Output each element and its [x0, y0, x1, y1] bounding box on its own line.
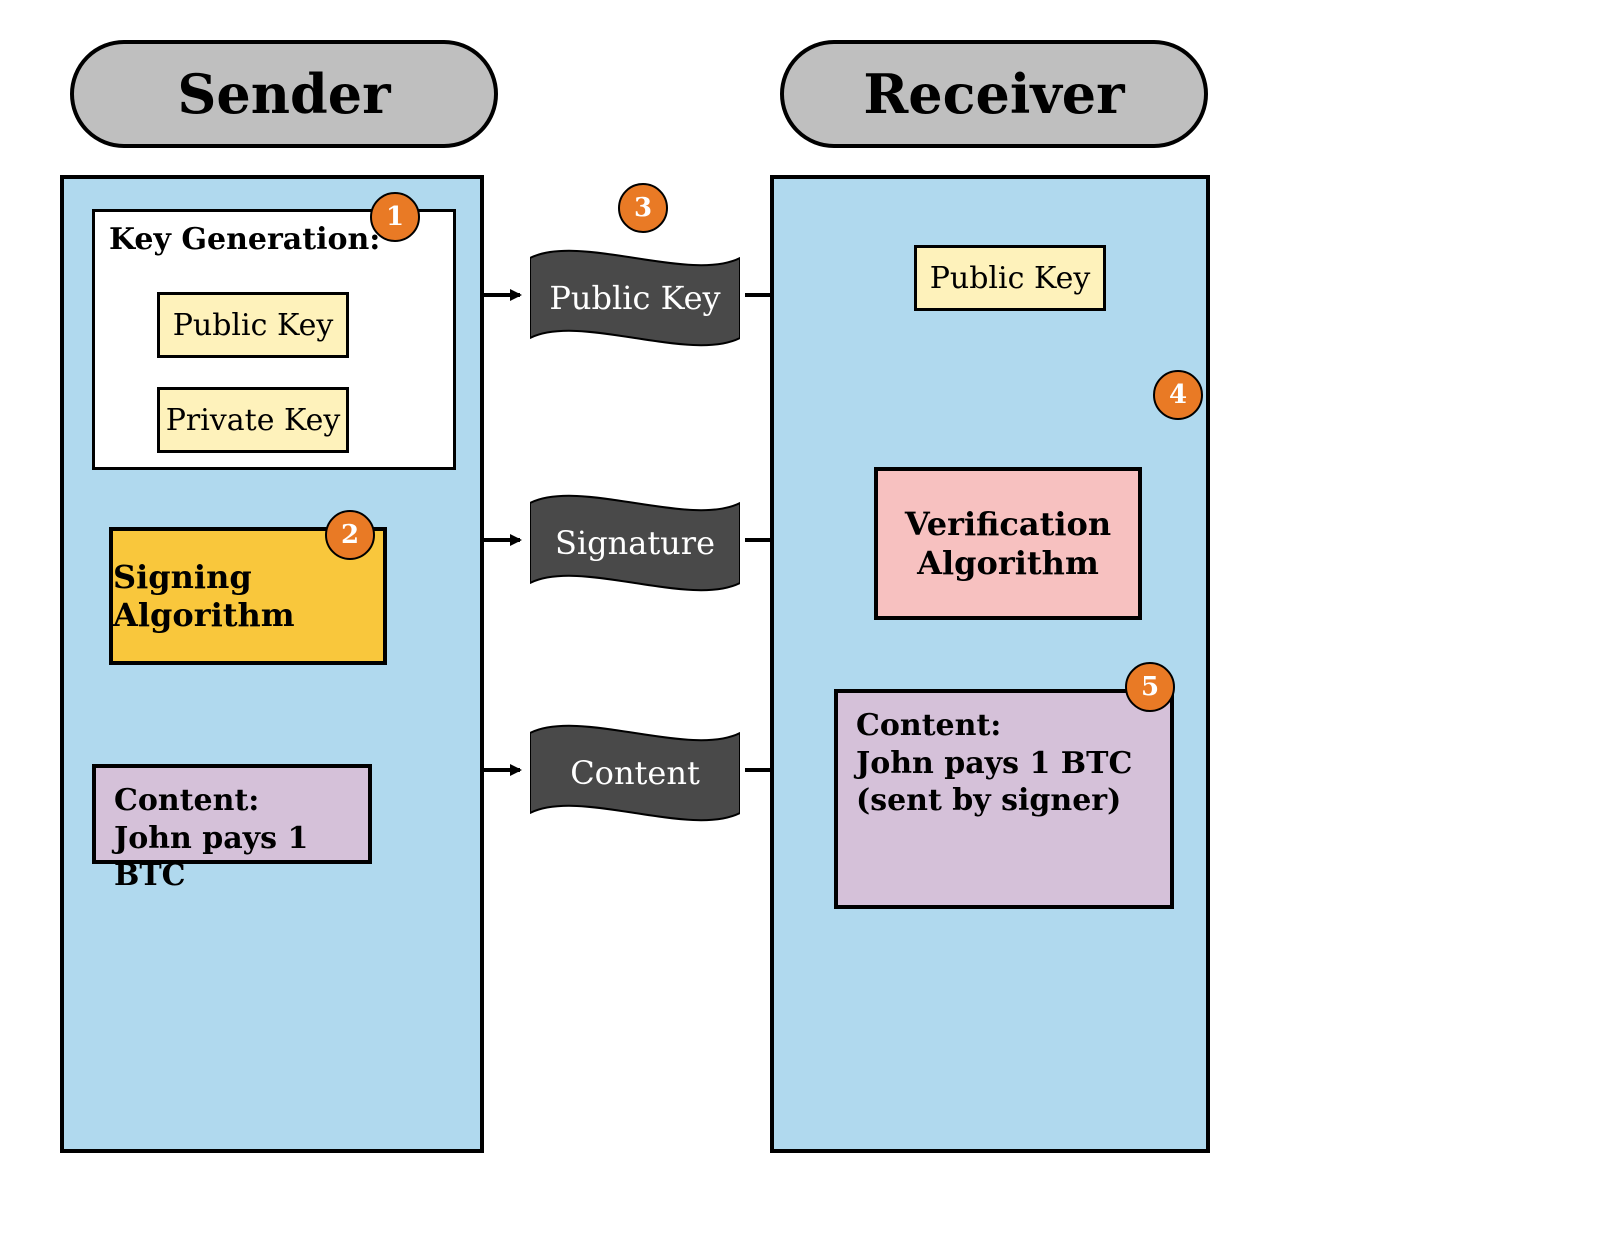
- receiver-header: Receiver: [780, 40, 1208, 148]
- sender-panel: Key Generation: Public Key Private Key S…: [60, 175, 484, 1153]
- badge-4: 4: [1153, 370, 1203, 420]
- diagram-canvas: Sender Receiver Key Generation: Public K…: [0, 0, 1613, 1238]
- sender-private-key-box: Private Key: [157, 387, 349, 453]
- badge-3: 3: [618, 183, 668, 233]
- transit-content-label: Content: [530, 754, 740, 792]
- transit-signature-label: Signature: [530, 524, 740, 562]
- key-generation-title: Key Generation:: [109, 222, 380, 257]
- badge-1: 1: [370, 192, 420, 242]
- key-generation-box: Key Generation: Public Key Private Key: [92, 209, 456, 470]
- transit-content-flag: Content: [530, 713, 740, 833]
- badge-2: 2: [325, 510, 375, 560]
- sender-content-box: Content: John pays 1 BTC: [92, 764, 372, 864]
- sender-header: Sender: [70, 40, 498, 148]
- sender-content-body: John pays 1 BTC: [114, 821, 308, 894]
- receiver-content-box: Content: John pays 1 BTC (sent by signer…: [834, 689, 1174, 909]
- sender-content-header: Content:: [114, 783, 259, 818]
- badge-5: 5: [1125, 662, 1175, 712]
- verification-algorithm-box: Verification Algorithm: [874, 467, 1142, 620]
- sender-public-key-box: Public Key: [157, 292, 349, 358]
- receiver-content-header: Content:: [856, 708, 1001, 743]
- receiver-content-line1: John pays 1 BTC: [856, 746, 1132, 781]
- verification-algorithm-label: Verification Algorithm: [905, 505, 1111, 582]
- receiver-public-key-box: Public Key: [914, 245, 1106, 311]
- receiver-content-line2: (sent by signer): [856, 783, 1121, 818]
- transit-public-key-flag: Public Key: [530, 238, 740, 358]
- transit-public-key-label: Public Key: [530, 279, 740, 317]
- transit-signature-flag: Signature: [530, 483, 740, 603]
